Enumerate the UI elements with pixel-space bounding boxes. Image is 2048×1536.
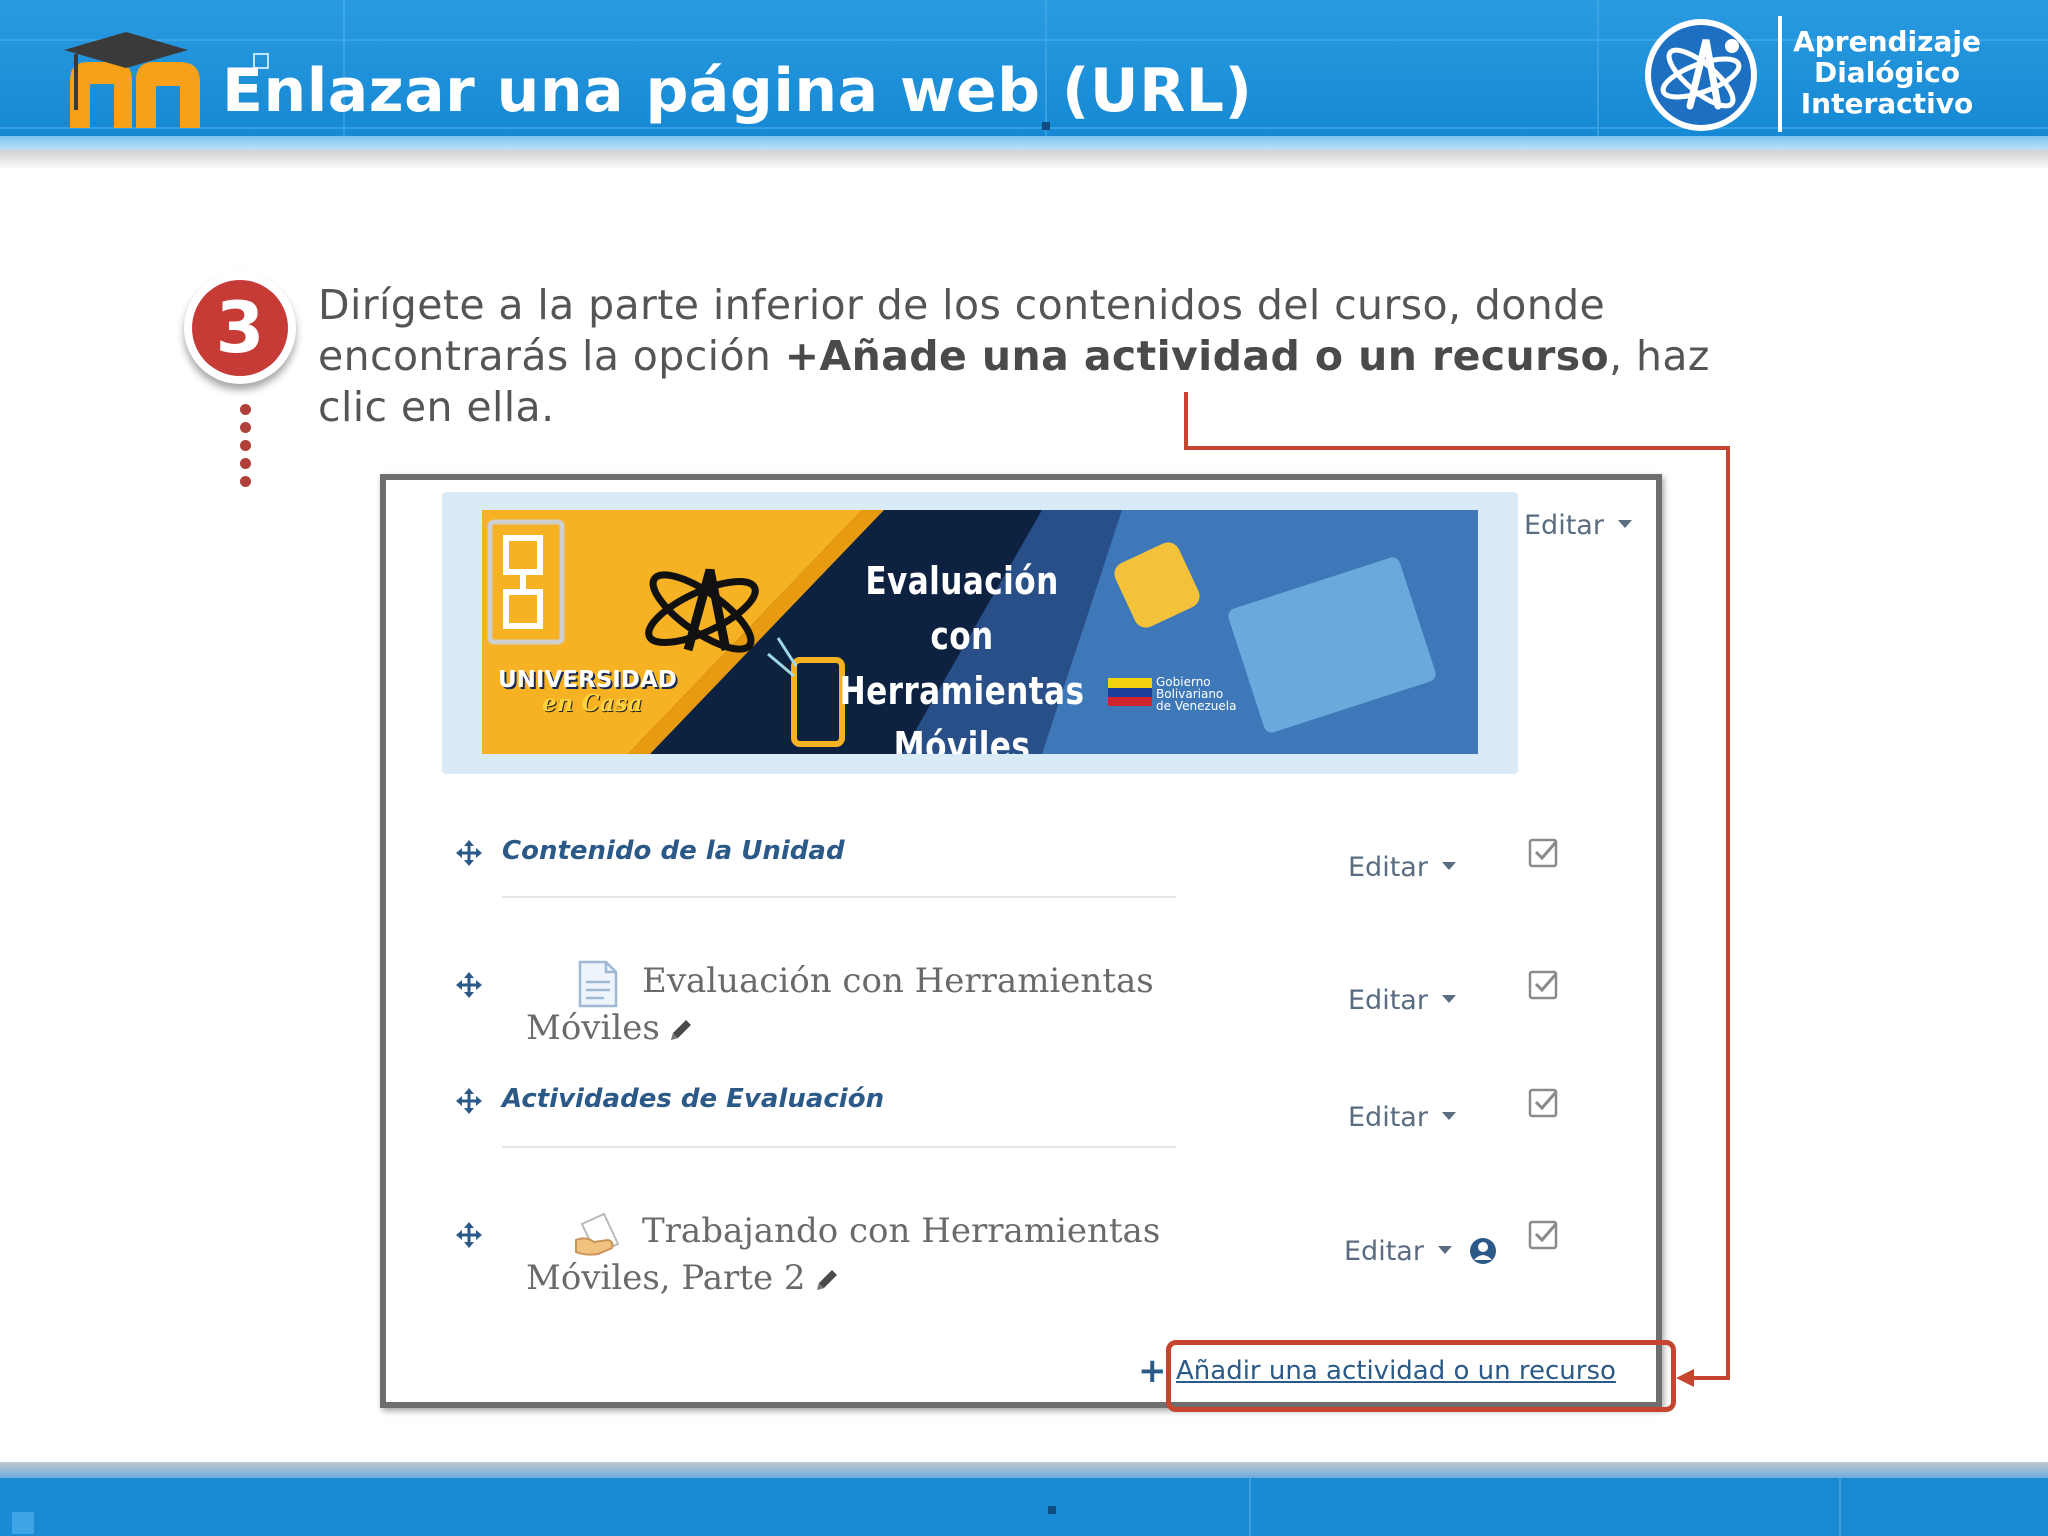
moodle-logo-icon: [64, 32, 200, 128]
pencil-icon[interactable]: [814, 1267, 840, 1293]
step-number-badge: 3: [184, 272, 296, 384]
edit-label: Editar: [1344, 1236, 1424, 1267]
activity-link-trabajando[interactable]: Trabajando con Herramientas Móviles, Par…: [526, 1208, 1166, 1302]
highlight-add-activity: [1166, 1340, 1676, 1412]
universidad-en-casa-logo: UNIVERSIDAD en Casa: [498, 668, 688, 716]
course-banner-section: Evaluación con Herramientas Móviles UNIV…: [442, 492, 1518, 774]
government-logo: Gobierno Bolivariano de Venezuela: [1156, 676, 1276, 712]
step-instruction: Dirígete a la parte inferior de los cont…: [318, 280, 1758, 433]
banner-gov-line: de Venezuela: [1156, 699, 1237, 713]
completion-checkbox-icon[interactable]: [1528, 1086, 1560, 1118]
footer-grid-decoration: [12, 1478, 1841, 1536]
slide-header: Enlazar una página web (URL) Aprendizaje…: [0, 0, 2048, 150]
edit-label: Editar: [1348, 1102, 1428, 1133]
brand-name: Aprendizaje Dialógico Interactivo: [1792, 26, 1982, 119]
edit-label: Editar: [1348, 985, 1428, 1016]
brand-line: Aprendizaje: [1793, 25, 1981, 58]
move-icon[interactable]: [454, 838, 484, 868]
activity-edit-menu[interactable]: Editar: [1348, 985, 1456, 1016]
course-banner: Evaluación con Herramientas Móviles UNIV…: [482, 510, 1478, 754]
edit-label: Editar: [1524, 510, 1604, 541]
instruction-highlight: +Añade una actividad o un recurso: [784, 332, 1610, 380]
activity-name-line: Móviles: [526, 1008, 660, 1048]
caret-down-icon: [1437, 1245, 1452, 1254]
move-icon[interactable]: [454, 1220, 484, 1250]
completion-checkbox-icon[interactable]: [1528, 836, 1560, 868]
move-icon[interactable]: [454, 970, 484, 1000]
section-edit-menu[interactable]: Editar: [1348, 1102, 1456, 1133]
section-divider: [502, 1146, 1176, 1148]
section-title-actividades[interactable]: Actividades de Evaluación: [502, 1084, 884, 1114]
section-edit-menu[interactable]: Editar: [1348, 852, 1456, 883]
activity-name-line: Evaluación con Herramientas: [642, 961, 1154, 1001]
slide-footer: [0, 1462, 2048, 1536]
brand-line: Dialógico: [1813, 56, 1961, 89]
atom-emblem-icon: [1645, 19, 1757, 131]
plus-icon: +: [1138, 1351, 1167, 1391]
activity-name-line: Trabajando con Herramientas: [642, 1211, 1161, 1251]
brand-line: Interactivo: [1800, 87, 1974, 120]
completion-checkbox-icon[interactable]: [1528, 968, 1560, 1000]
banner-title: Evaluación con Herramientas Móviles: [839, 554, 1085, 754]
banner-univ-line: en Casa: [542, 690, 643, 717]
course-screenshot: Evaluación con Herramientas Móviles UNIV…: [380, 474, 1662, 1408]
section-divider: [502, 896, 1176, 898]
caret-down-icon: [1441, 861, 1456, 870]
brand-divider: [1778, 16, 1782, 132]
banner-title-line: Móviles: [893, 724, 1031, 754]
caret-down-icon: [1617, 519, 1632, 528]
completion-checkbox-icon[interactable]: [1528, 1218, 1560, 1250]
banner-title-line: Evaluación con: [865, 559, 1059, 658]
step-dots-decoration: [240, 404, 252, 488]
header-shadow: [0, 150, 2048, 170]
banner-title-line: Herramientas: [839, 669, 1085, 713]
user-group-icon[interactable]: [1468, 1236, 1498, 1266]
activity-edit-menu[interactable]: Editar: [1344, 1236, 1452, 1267]
page-title: Enlazar una página web (URL): [222, 56, 1253, 126]
caret-down-icon: [1441, 994, 1456, 1003]
step-number: 3: [192, 280, 288, 376]
section-title-contenido[interactable]: Contenido de la Unidad: [502, 836, 845, 866]
banner-univ-line: UNIVERSIDAD: [498, 667, 677, 693]
pencil-icon[interactable]: [668, 1017, 694, 1043]
caret-down-icon: [1441, 1111, 1456, 1120]
activity-name-line: Móviles, Parte 2: [526, 1258, 806, 1298]
activity-link-evaluacion[interactable]: Evaluación con Herramientas Móviles: [526, 958, 1166, 1052]
edit-label: Editar: [1348, 852, 1428, 883]
move-icon[interactable]: [454, 1086, 484, 1116]
banner-edit-menu[interactable]: Editar: [1524, 510, 1632, 541]
